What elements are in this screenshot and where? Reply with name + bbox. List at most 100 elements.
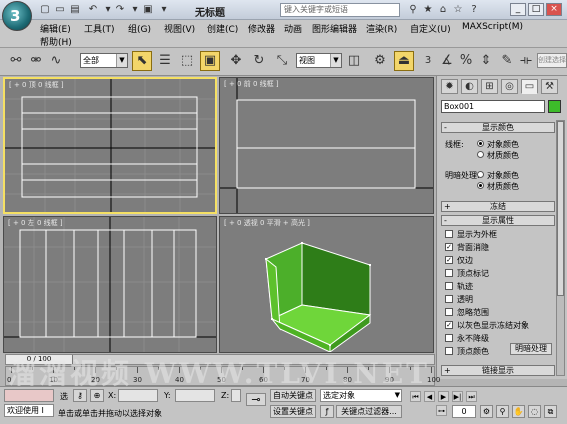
z-coord-field[interactable]: [231, 389, 241, 402]
edit-named-selection-icon[interactable]: ✎: [497, 51, 517, 71]
key-filters-icon[interactable]: ƒ: [320, 405, 334, 418]
spinner-snap-icon[interactable]: ⇕: [476, 51, 496, 71]
wireframe-material-color-radio[interactable]: [477, 151, 484, 158]
key-mode-dropdown[interactable]: 选定对象 ▼: [320, 389, 402, 402]
tab-motion[interactable]: ◎: [501, 79, 518, 94]
tab-hierarchy[interactable]: ⊞: [481, 79, 498, 94]
selection-filter-dropdown[interactable]: 全部 ▼: [80, 53, 128, 68]
viewport-top[interactable]: [ + 0 顶 0 线框 ]: [3, 77, 217, 214]
maxscript-mini-listener-top[interactable]: [4, 389, 54, 402]
set-key-button[interactable]: 设置关键点: [270, 405, 316, 418]
key-mode-toggle-icon[interactable]: ⊶: [436, 405, 447, 416]
tab-display[interactable]: ▭: [521, 79, 538, 94]
reference-coordinate-dropdown[interactable]: 视图 ▼: [296, 53, 342, 68]
menu-animation[interactable]: 动画: [284, 22, 302, 35]
viewport-perspective[interactable]: [ + 0 透视 0 平滑 + 高光 ]: [219, 216, 434, 353]
tab-modify[interactable]: ◐: [461, 79, 478, 94]
maxscript-mini-listener[interactable]: 欢迎使用 I: [4, 404, 54, 417]
communication-center-icon[interactable]: ⌂: [436, 3, 450, 17]
menu-help[interactable]: 帮助(H): [40, 35, 72, 48]
rollout-display-color[interactable]: - 显示颜色: [441, 122, 555, 133]
orbit-icon[interactable]: ◌: [528, 405, 541, 418]
tab-create[interactable]: ✹: [441, 79, 458, 94]
select-and-link-icon[interactable]: ⚯: [6, 51, 26, 71]
time-slider[interactable]: 0 / 100: [5, 354, 435, 365]
undo-icon[interactable]: ↶: [86, 3, 100, 16]
quick-access-dropdown-icon[interactable]: ▾: [157, 3, 171, 16]
menu-group[interactable]: 组(G): [128, 22, 151, 35]
wireframe-object-color-radio[interactable]: [477, 140, 484, 147]
menu-create[interactable]: 创建(C): [207, 22, 238, 35]
selection-lock-icon[interactable]: ⚷: [73, 389, 87, 402]
menu-customize[interactable]: 自定义(U): [410, 22, 451, 35]
select-object-icon[interactable]: ⬉: [132, 51, 152, 71]
auto-key-button[interactable]: 自动关键点: [270, 389, 316, 402]
select-and-scale-icon[interactable]: ⤡: [272, 51, 292, 71]
application-menu-button[interactable]: 3: [2, 1, 32, 31]
play-icon[interactable]: ▶: [438, 391, 449, 402]
menu-rendering[interactable]: 渲染(R): [366, 22, 397, 35]
time-slider-handle[interactable]: 0 / 100: [6, 355, 73, 364]
track-bar[interactable]: 0 10 20 30 40 50 60 70 80 90 100: [5, 366, 440, 386]
percent-snap-icon[interactable]: %: [456, 51, 476, 71]
viewport-left[interactable]: [ + 0 左 0 线框 ]: [3, 216, 217, 353]
manipulate-icon[interactable]: ⚙: [370, 51, 390, 71]
search-icon[interactable]: ⚲: [406, 3, 420, 17]
select-by-name-icon[interactable]: ☰: [155, 51, 175, 71]
minimize-button[interactable]: _: [510, 3, 526, 16]
window-crossing-icon[interactable]: ▣: [200, 51, 220, 71]
go-to-start-icon[interactable]: ⏮: [410, 391, 421, 402]
display-prop-checkbox[interactable]: ✓: [445, 321, 453, 329]
save-file-icon[interactable]: ▤: [68, 3, 82, 16]
key-icon[interactable]: ⊸: [246, 393, 266, 406]
maximize-viewport-icon[interactable]: ⧉: [544, 405, 557, 418]
display-prop-checkbox[interactable]: [445, 308, 453, 316]
bind-to-space-warp-icon[interactable]: ∿: [46, 51, 66, 71]
select-and-move-icon[interactable]: ✥: [226, 51, 246, 71]
display-prop-checkbox[interactable]: [445, 334, 453, 342]
open-file-icon[interactable]: ▭: [53, 3, 67, 16]
close-button[interactable]: ×: [546, 3, 562, 16]
object-name-field[interactable]: Box001: [441, 100, 545, 113]
go-to-end-icon[interactable]: ⏭: [466, 391, 477, 402]
display-prop-checkbox[interactable]: [445, 282, 453, 290]
next-frame-icon[interactable]: ▶|: [452, 391, 463, 402]
favorites-icon[interactable]: ☆: [451, 3, 465, 17]
menu-graph-editors[interactable]: 图形编辑器: [312, 22, 357, 35]
project-folder-icon[interactable]: ▣: [141, 3, 155, 16]
object-color-swatch[interactable]: [548, 100, 561, 113]
unlink-icon[interactable]: ⚮: [26, 51, 46, 71]
redo-icon[interactable]: ↷: [113, 3, 127, 16]
help-icon[interactable]: ?: [467, 3, 481, 17]
rollout-link-display[interactable]: + 链接显示: [441, 365, 555, 376]
new-file-icon[interactable]: ▢: [38, 3, 52, 16]
menu-modifiers[interactable]: 修改器: [248, 22, 275, 35]
create-selection-set-input[interactable]: 创建选择: [537, 53, 567, 68]
menu-maxscript[interactable]: MAXScript(M): [462, 22, 523, 32]
tab-utilities[interactable]: ⚒: [541, 79, 558, 94]
shaded-button[interactable]: 明暗处理: [510, 343, 552, 355]
display-prop-checkbox[interactable]: [445, 295, 453, 303]
mirror-icon[interactable]: ⟛: [516, 51, 536, 71]
search-input[interactable]: 键入关键字或短语: [280, 3, 400, 17]
key-filters-button[interactable]: 关键点过滤器...: [336, 405, 402, 418]
rollout-freeze[interactable]: + 冻结: [441, 201, 555, 212]
menu-edit[interactable]: 编辑(E): [40, 22, 71, 35]
x-coord-field[interactable]: [118, 389, 158, 402]
subscription-icon[interactable]: ★: [421, 3, 435, 17]
shaded-material-color-radio[interactable]: [477, 182, 484, 189]
zoom-icon[interactable]: ⚲: [496, 405, 509, 418]
display-prop-checkbox[interactable]: ✓: [445, 243, 453, 251]
select-and-rotate-icon[interactable]: ↻: [249, 51, 269, 71]
rectangular-selection-icon[interactable]: ⬚: [177, 51, 197, 71]
viewport-front[interactable]: [ + 0 前 0 线框 ]: [219, 77, 434, 214]
absolute-mode-icon[interactable]: ⊕: [90, 389, 104, 402]
menu-tools[interactable]: 工具(T): [84, 22, 115, 35]
rollout-display-properties[interactable]: - 显示属性: [441, 215, 555, 226]
keyboard-shortcut-override-icon[interactable]: ⏏: [394, 51, 414, 71]
y-coord-field[interactable]: [175, 389, 215, 402]
display-prop-checkbox[interactable]: ✓: [445, 256, 453, 264]
time-config-icon[interactable]: ⚙: [480, 405, 493, 418]
display-prop-checkbox[interactable]: [445, 230, 453, 238]
angle-snap-icon[interactable]: ∡: [437, 51, 457, 71]
